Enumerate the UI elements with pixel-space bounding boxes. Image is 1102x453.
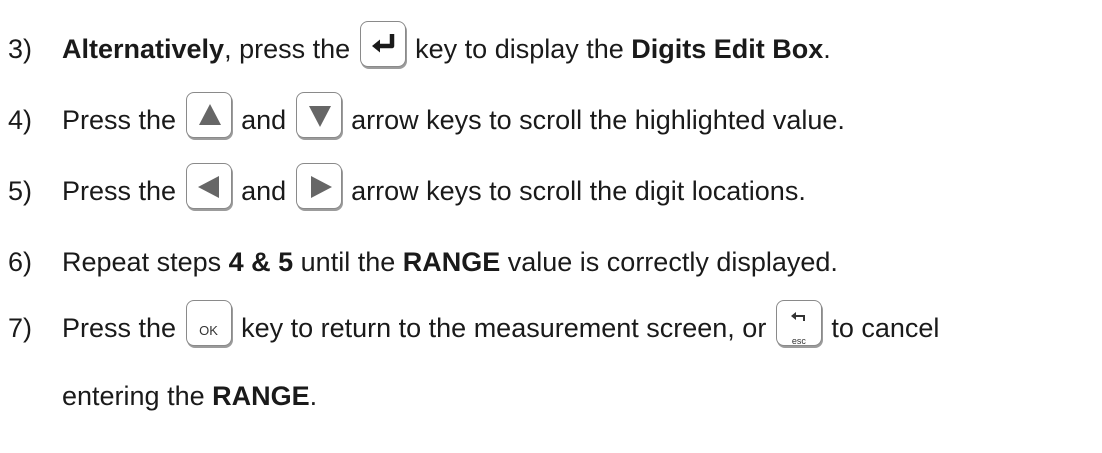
step-text: key to return to the measurement screen,…	[233, 313, 774, 343]
step-7: 7) Press the OK key to return to the meas…	[8, 299, 940, 346]
step-text: Press the	[62, 105, 184, 135]
step-text: , press the	[224, 34, 358, 64]
step-text: and	[233, 176, 294, 206]
up-arrow-key-icon	[185, 91, 232, 138]
step-7-continuation: entering the RANGE.	[62, 380, 317, 412]
step-text: value is correctly displayed.	[500, 247, 838, 277]
step-text: .	[823, 34, 831, 64]
step-text: Press the	[62, 313, 184, 343]
step-number: 6)	[8, 247, 33, 277]
step-text: arrow keys to scroll the highlighted val…	[343, 105, 845, 135]
left-arrow-key-icon	[185, 162, 232, 209]
step-number: 7)	[8, 313, 33, 343]
bold-text: Alternatively	[62, 34, 225, 64]
ok-key-label: OK	[199, 322, 218, 338]
step-text: arrow keys to scroll the digit locations…	[343, 176, 806, 206]
esc-key-label: esc	[791, 335, 806, 346]
step-text: key to display the	[407, 34, 632, 64]
step-text: to cancel	[823, 313, 940, 343]
step-text: until the	[293, 247, 403, 277]
right-arrow-key-icon	[295, 162, 342, 209]
step-5: 5) Press the and arrow keys to scroll the…	[8, 162, 806, 209]
step-4: 4) Press the and arrow keys to scroll the…	[8, 91, 845, 138]
step-3: 3) Alternatively, press the key to displa…	[8, 20, 831, 67]
down-arrow-key-icon	[295, 91, 342, 138]
step-6: 6) Repeat steps 4 & 5 until the RANGE val…	[8, 246, 838, 278]
bold-text: Digits Edit Box	[631, 34, 824, 64]
esc-key-icon: esc	[775, 299, 822, 346]
ok-key-icon: OK	[185, 299, 232, 346]
step-number: 5)	[8, 176, 33, 206]
step-text: Repeat steps	[62, 247, 229, 277]
bold-text: RANGE	[212, 381, 310, 411]
step-number: 3)	[8, 34, 33, 64]
step-text: and	[233, 105, 294, 135]
step-text: Press the	[62, 176, 184, 206]
step-text: .	[309, 381, 318, 411]
bold-text: RANGE	[402, 247, 501, 277]
step-number: 4)	[8, 105, 33, 135]
enter-key-icon	[359, 20, 406, 67]
bold-text: 4 & 5	[228, 247, 294, 277]
step-text: entering the	[62, 381, 213, 411]
